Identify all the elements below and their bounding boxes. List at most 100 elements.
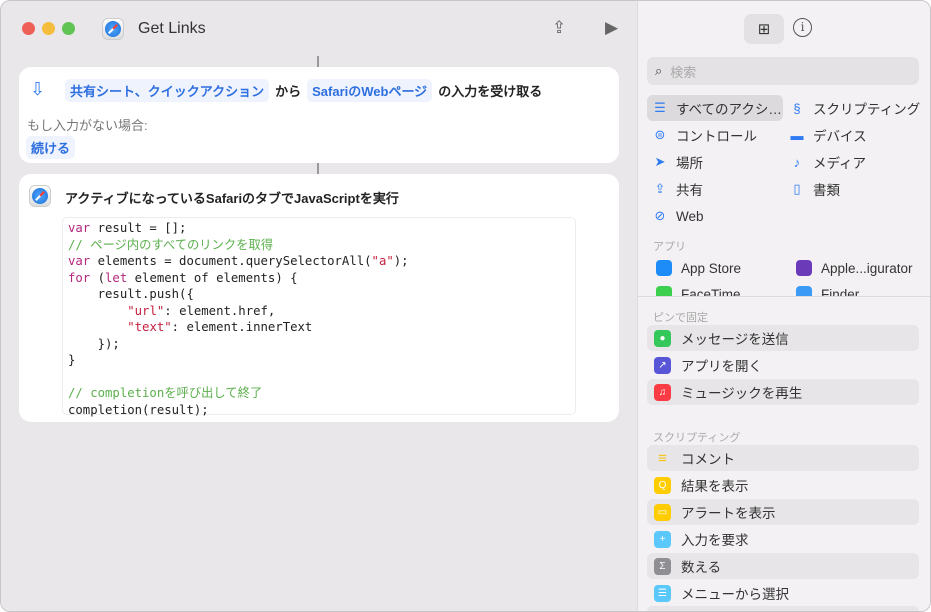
- code-line: // completionを呼び出して終了: [68, 385, 570, 402]
- action-icon: +: [654, 530, 671, 548]
- from-label: から: [275, 84, 302, 99]
- list-item-partial[interactable]: [647, 606, 919, 611]
- divider: [637, 296, 930, 297]
- action-item[interactable]: ▭ アラートを表示: [647, 499, 919, 525]
- action-item[interactable]: ↗ アプリを開く: [647, 352, 919, 378]
- library-icon: ⊞: [757, 21, 771, 38]
- app-item[interactable]: App Store: [650, 255, 741, 281]
- action-title: アクティブになっているSafariのタブでJavaScriptを実行: [65, 191, 399, 206]
- code-comment: // completionを呼び出して終了: [68, 386, 263, 400]
- category-item[interactable]: ⇪ 共有: [647, 176, 783, 202]
- action-icon: Q: [654, 476, 671, 494]
- safari-shortcut-icon[interactable]: [102, 18, 124, 40]
- code-text: completion(result);: [68, 402, 209, 417]
- action-item[interactable]: ♫ ミュージックを再生: [647, 379, 919, 405]
- action-label: アプリを開く: [681, 359, 762, 374]
- action-item[interactable]: + 入力を要求: [647, 526, 919, 552]
- action-icon: ●: [654, 329, 671, 347]
- app-item[interactable]: Apple...igurator: [790, 255, 913, 281]
- code-text: (: [90, 270, 106, 285]
- no-input-label: もし入力がない場合:: [27, 118, 148, 133]
- connector: [317, 56, 319, 67]
- category-label: スクリプティング: [813, 102, 921, 117]
- code-text: elements = document.querySelectorAll(: [90, 254, 372, 268]
- compass-icon: ⊘: [654, 208, 666, 223]
- app-item[interactable]: Finder: [790, 281, 859, 297]
- code-string: "url": [127, 303, 165, 318]
- code-line: });: [68, 336, 570, 353]
- category-label: コントロール: [676, 129, 757, 144]
- category-label: 書類: [813, 183, 840, 198]
- close-button[interactable]: [22, 22, 35, 35]
- category-item[interactable]: ▯ 書類: [784, 176, 924, 202]
- code-line: "url": element.href,: [68, 303, 570, 320]
- category-item[interactable]: ☰ すべてのアクシ…: [647, 95, 783, 121]
- code-keyword: var: [68, 254, 91, 268]
- action-label: コメント: [681, 452, 735, 467]
- search-field[interactable]: ⌕ 検索: [647, 57, 919, 85]
- editor-pane: Get Links ⇪ ▶ ⇩ 共有シート、クイックアクション から Safar…: [1, 1, 637, 611]
- app-label: App Store: [681, 260, 742, 276]
- scripting-header: スクリプティング: [653, 432, 741, 444]
- app-icon: [796, 260, 812, 276]
- category-label: 共有: [676, 183, 703, 198]
- category-item[interactable]: § スクリプティング: [784, 95, 924, 121]
- share-icon[interactable]: ⇪: [552, 18, 566, 38]
- connector: [317, 163, 319, 174]
- window-title: Get Links: [138, 20, 206, 37]
- category-item[interactable]: ⊜ コントロール: [647, 122, 783, 148]
- action-library-tab[interactable]: ⊞: [744, 14, 784, 44]
- javascript-editor[interactable]: var result = [];// ページ内のすべてのリンクを取得 var ele…: [62, 217, 576, 417]
- action-item[interactable]: Σ 数える: [647, 553, 919, 579]
- category-label: メディア: [813, 156, 867, 171]
- code-line: for (let element of elements) {: [68, 270, 570, 287]
- action-label: ミュージックを再生: [681, 386, 803, 401]
- category-item[interactable]: ⊘ Web: [647, 203, 783, 229]
- code-keyword: let: [105, 270, 128, 285]
- code-text: : element.innerText: [171, 320, 313, 334]
- app-item[interactable]: FaceTime: [650, 281, 741, 297]
- code-text: result = [];: [97, 221, 187, 235]
- action-icon: ☰: [654, 584, 671, 602]
- code-text: );: [393, 254, 409, 268]
- action-item[interactable]: Q 結果を表示: [647, 472, 919, 498]
- toggle-icon: ⊜: [654, 127, 666, 142]
- zoom-button[interactable]: [62, 22, 75, 35]
- code-line: "text": element.innerText: [68, 319, 570, 336]
- input-type-chip[interactable]: SafariのWebページ: [307, 79, 433, 102]
- action-item[interactable]: ≡ コメント: [647, 445, 919, 471]
- location-icon: ➤: [654, 154, 666, 169]
- action-item[interactable]: ● メッセージを送信: [647, 325, 919, 351]
- category-item[interactable]: ♪ メディア: [784, 149, 924, 175]
- suffix-label: の入力を受け取る: [438, 84, 543, 99]
- input-source-chip[interactable]: 共有シート、クイックアクション: [65, 79, 270, 102]
- run-javascript-action[interactable]: アクティブになっているSafariのタブでJavaScriptを実行 var re…: [19, 174, 619, 422]
- receive-input-action[interactable]: ⇩ 共有シート、クイックアクション から SafariのWebページ の入力を受…: [19, 67, 619, 163]
- code-string: "a": [371, 254, 394, 268]
- category-label: 場所: [676, 156, 703, 171]
- shortcuts-window: Get Links ⇪ ▶ ⇩ 共有シート、クイックアクション から Safar…: [0, 0, 931, 612]
- safari-icon: [29, 185, 51, 207]
- minimize-button[interactable]: [42, 22, 55, 35]
- action-icon: ▭: [654, 503, 671, 521]
- category-label: Web: [676, 208, 704, 224]
- action-label: アラートを表示: [681, 506, 776, 521]
- apps-header: アプリ: [653, 241, 686, 253]
- code-line: var elements = document.querySelectorAll…: [68, 253, 570, 270]
- code-line: var result = [];: [68, 220, 570, 237]
- action-label: メニューから選択: [681, 587, 789, 602]
- category-label: すべてのアクシ…: [676, 102, 782, 117]
- info-icon[interactable]: i: [793, 18, 812, 37]
- list-icon: ☰: [654, 100, 666, 115]
- code-line: completion(result);: [68, 402, 570, 419]
- category-item[interactable]: ▬ デバイス: [784, 122, 924, 148]
- action-item[interactable]: ☰ メニューから選択: [647, 580, 919, 606]
- code-keyword: for: [68, 270, 91, 285]
- category-item[interactable]: ➤ 場所: [647, 149, 783, 175]
- app-label: Apple...igurator: [821, 260, 913, 276]
- action-icon: ♫: [654, 383, 671, 401]
- no-input-chip[interactable]: 続ける: [26, 136, 76, 159]
- run-button[interactable]: ▶: [605, 18, 618, 38]
